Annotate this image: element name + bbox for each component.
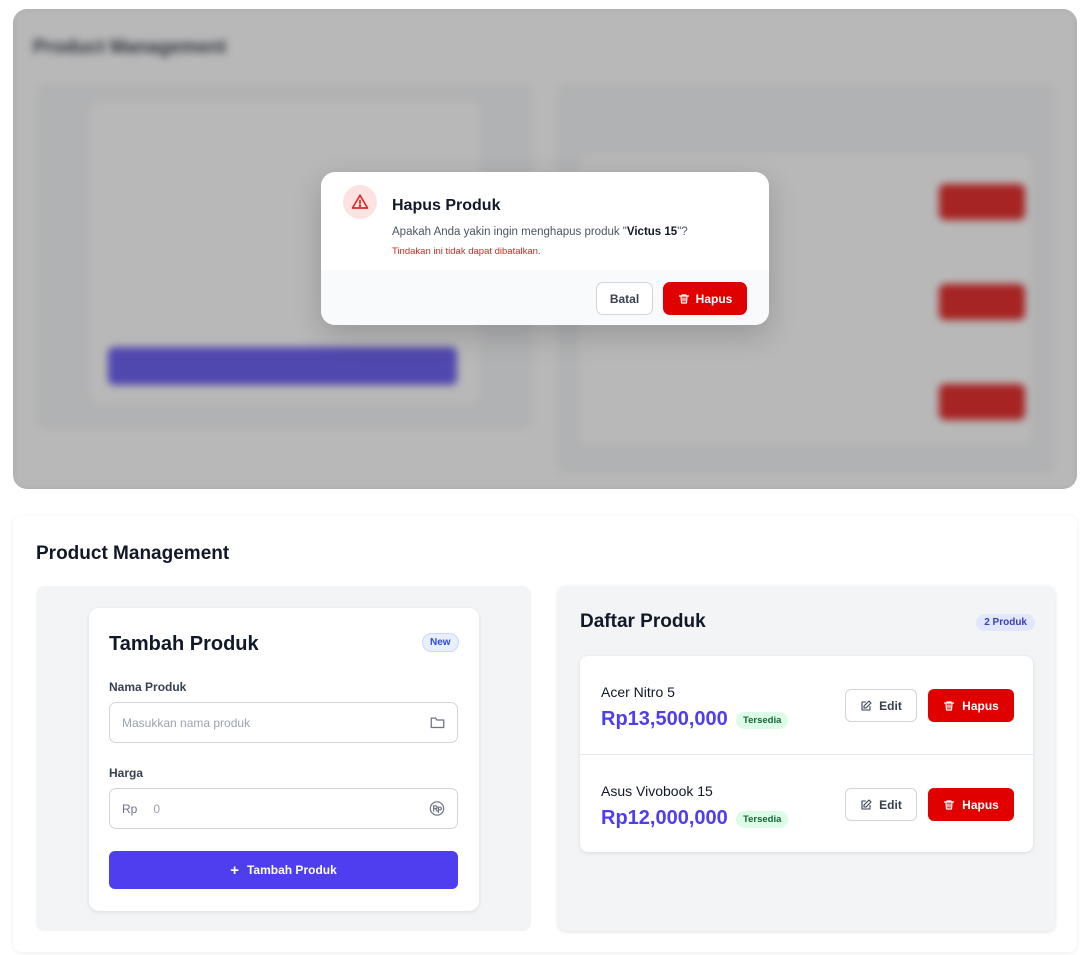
confirm-delete-label: Hapus (695, 291, 733, 306)
price-input[interactable]: Rp 0 (109, 788, 458, 829)
delete-label: Hapus (962, 797, 999, 812)
edit-icon (861, 798, 872, 810)
product-management-page: Product Management Tambah Produk New Nam… (13, 516, 1077, 952)
edit-button[interactable]: Edit (845, 689, 917, 722)
dialog-footer: Batal Hapus (321, 270, 769, 325)
list-title: Daftar Produk (580, 611, 706, 632)
product-list: Acer Nitro 5 Rp13,500,000 Tersedia Edit … (580, 656, 1033, 852)
form-section: Tambah Produk New Nama Produk Masukkan n… (36, 586, 531, 931)
add-product-label: Tambah Produk (246, 863, 337, 877)
delete-label: Hapus (962, 698, 999, 713)
page-title: Product Management (36, 543, 230, 564)
delete-button[interactable]: Hapus (928, 689, 1014, 722)
price-label: Harga (109, 766, 144, 780)
new-badge: New (422, 633, 459, 652)
status-badge: Tersedia (736, 811, 789, 828)
confirm-delete-button[interactable]: Hapus (663, 282, 747, 315)
product-name-placeholder: Masukkan nama produk (122, 715, 251, 730)
dialog-title: Hapus Produk (392, 197, 501, 214)
price-prefix: Rp (122, 801, 138, 816)
delete-confirm-dialog: Hapus Produk Apakah Anda yakin ingin men… (321, 172, 769, 325)
product-price: Rp13,500,000 (601, 708, 728, 730)
dialog-warning-note: Tindakan ini tidak dapat dibatalkan. (392, 246, 541, 257)
add-product-button[interactable]: + Tambah Produk (109, 851, 458, 889)
dialog-product-name: Victus 15 (626, 226, 678, 238)
name-label: Nama Produk (109, 680, 187, 694)
warning-icon (343, 185, 377, 219)
product-name: Asus Vivobook 15 (601, 783, 713, 799)
edit-button[interactable]: Edit (845, 788, 917, 821)
modal-state-panel: Product Management Hapus Produk Apakah A… (13, 9, 1077, 489)
price-placeholder: 0 (153, 801, 161, 816)
plus-icon: + (230, 861, 239, 879)
dialog-message: Apakah Anda yakin ingin menghapus produk… (392, 226, 688, 238)
form-title: Tambah Produk (109, 633, 259, 655)
list-item: Asus Vivobook 15 Rp12,000,000 Tersedia E… (580, 754, 1033, 852)
edit-label: Edit (879, 698, 902, 713)
trash-icon (944, 700, 955, 711)
product-list-section: Daftar Produk 2 Produk Acer Nitro 5 Rp13… (558, 586, 1055, 931)
rupiah-icon (429, 801, 445, 817)
cancel-button[interactable]: Batal (596, 282, 653, 315)
edit-label: Edit (879, 797, 902, 812)
status-badge: Tersedia (736, 712, 789, 729)
product-count-badge: 2 Produk (976, 614, 1035, 631)
add-product-card: Tambah Produk New Nama Produk Masukkan n… (89, 608, 479, 911)
delete-button[interactable]: Hapus (928, 788, 1014, 821)
product-name: Acer Nitro 5 (601, 684, 675, 700)
dialog-body: Hapus Produk Apakah Anda yakin ingin men… (321, 172, 769, 270)
trash-icon (678, 293, 689, 304)
product-price: Rp12,000,000 (601, 807, 728, 829)
dialog-message-prefix: Apakah Anda yakin ingin menghapus produk… (392, 226, 627, 238)
dialog-message-suffix: "? (677, 226, 688, 238)
folder-icon (429, 715, 445, 731)
edit-icon (861, 699, 872, 711)
list-item: Acer Nitro 5 Rp13,500,000 Tersedia Edit … (580, 656, 1033, 754)
trash-icon (944, 799, 955, 810)
product-name-input[interactable]: Masukkan nama produk (109, 702, 458, 743)
